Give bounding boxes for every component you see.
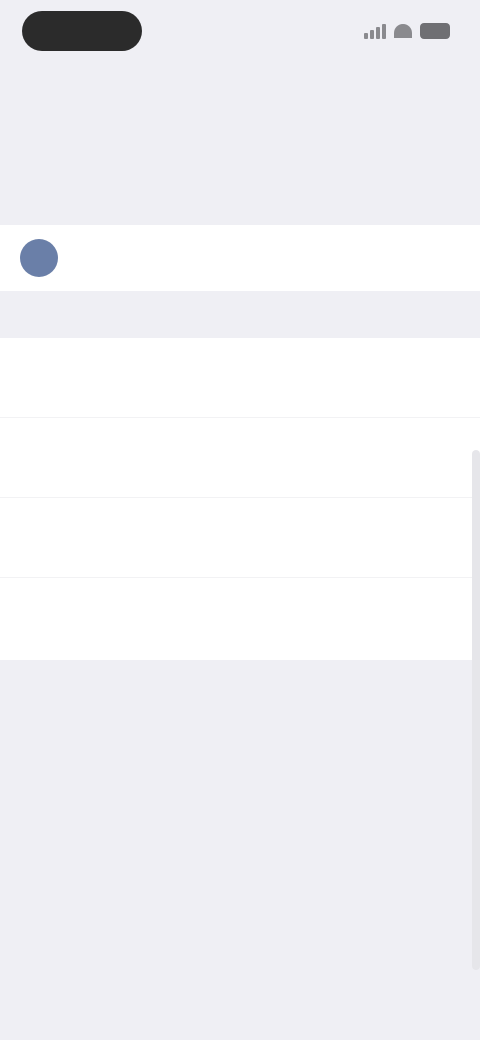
settings-row-4[interactable] — [0, 578, 480, 658]
account-card[interactable] — [0, 225, 480, 291]
status-pill — [22, 11, 142, 51]
user-avatar-icon — [20, 239, 58, 277]
battery-icon — [420, 23, 450, 39]
footer — [0, 680, 480, 736]
screen — [0, 0, 480, 1040]
wifi-icon — [394, 24, 412, 38]
signal-icon — [364, 23, 386, 39]
settings-row-3[interactable] — [0, 498, 480, 578]
scrollbar[interactable] — [472, 450, 480, 970]
settings-row-2[interactable] — [0, 418, 480, 498]
settings-list — [0, 338, 480, 660]
status-icons — [364, 22, 450, 40]
settings-row-1[interactable] — [0, 338, 480, 418]
status-bar — [0, 0, 480, 66]
